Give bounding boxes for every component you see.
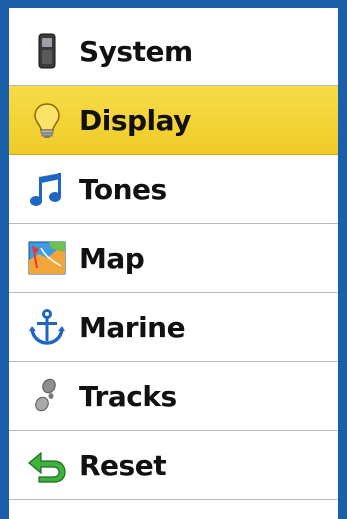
menu-item-reset[interactable]: Reset xyxy=(9,431,338,500)
menu-item-system[interactable]: System xyxy=(9,17,338,86)
menu-item-tones[interactable]: Tones xyxy=(9,155,338,224)
reset-arrow-icon xyxy=(27,445,67,485)
map-icon xyxy=(27,238,67,278)
menu-item-label: Tracks xyxy=(79,379,177,413)
menu-item-label: Marine xyxy=(79,310,186,344)
menu-item-label: Tones xyxy=(79,172,167,206)
menu-item-label: Map xyxy=(79,241,145,275)
menu-item-label: Reset xyxy=(79,448,167,482)
footprints-icon xyxy=(27,376,67,416)
anchor-icon xyxy=(27,307,67,347)
menu-item-label: Display xyxy=(79,103,191,137)
music-note-icon xyxy=(27,169,67,209)
menu-item-label: System xyxy=(79,34,193,68)
device-icon xyxy=(27,31,67,71)
lightbulb-icon xyxy=(27,100,67,140)
menu-item-marine[interactable]: Marine xyxy=(9,293,338,362)
settings-menu: System Display Tones Map Marine Tracks R… xyxy=(9,8,338,519)
menu-item-display[interactable]: Display xyxy=(9,86,338,155)
menu-item-tracks[interactable]: Tracks xyxy=(9,362,338,431)
menu-item-map[interactable]: Map xyxy=(9,224,338,293)
